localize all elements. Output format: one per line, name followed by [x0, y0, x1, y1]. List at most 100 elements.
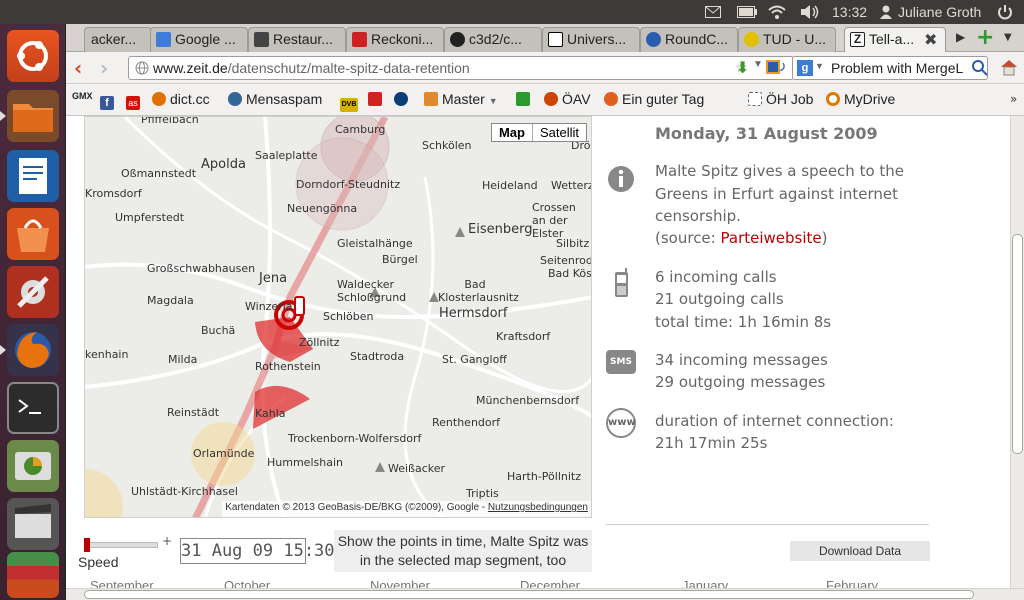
user-name[interactable]: Juliane Groth — [898, 4, 981, 20]
tab-4[interactable]: Reckoni... — [346, 27, 444, 52]
show-points-button[interactable]: Show the points in time, Malte Spitz was… — [334, 530, 592, 572]
speed-slider[interactable] — [84, 538, 158, 552]
video-editor-icon[interactable] — [7, 498, 59, 550]
tab-6[interactable]: Univers... — [542, 27, 640, 52]
tab-7[interactable]: RoundC... — [640, 27, 738, 52]
map-place: Pfiffelbach — [141, 116, 199, 126]
terminal-icon[interactable] — [7, 382, 59, 434]
tab-label: Tell-a... — [869, 31, 915, 47]
ubuntu-logo-icon[interactable] — [7, 30, 59, 82]
volume-icon[interactable] — [800, 4, 820, 20]
bookmark-red[interactable] — [368, 91, 386, 107]
search-magnifier-icon[interactable] — [972, 60, 988, 76]
home-icon[interactable] — [999, 58, 1019, 76]
map-place: Stadtroda — [350, 350, 405, 363]
bookmark-green[interactable] — [516, 91, 534, 107]
firefox-icon[interactable] — [7, 324, 59, 376]
bookmark-label: Ein guter Tag — [622, 91, 705, 107]
tab-strip: acker... Google ... Restaur... Reckoni..… — [66, 24, 1024, 52]
oav-icon — [544, 92, 558, 106]
files-icon[interactable] — [7, 90, 59, 142]
tab-1[interactable]: acker... — [84, 27, 152, 52]
tab-2[interactable]: Google ... — [150, 27, 248, 52]
globe-icon — [135, 61, 149, 75]
tab-3[interactable]: Restaur... — [248, 27, 346, 52]
search-engine-dropdown-icon[interactable]: ▼ — [815, 61, 824, 71]
call-total-time: total time: 1h 16min 8s — [655, 313, 832, 331]
tab-label: Google ... — [175, 31, 236, 47]
battery-icon[interactable] — [737, 6, 757, 18]
horizontal-scrollbar-thumb[interactable] — [84, 590, 974, 599]
page-icon — [748, 92, 762, 106]
bookmark-oeh-job[interactable]: ÖH Job — [748, 91, 813, 107]
map-place: Bürgel — [382, 253, 418, 266]
restaurant-favicon-icon — [254, 32, 269, 47]
tab-5[interactable]: c3d2/c... — [444, 27, 542, 52]
addon-icon[interactable] — [766, 60, 780, 74]
tab-8[interactable]: TUD - U... — [738, 27, 836, 52]
bookmark-ein-guter-tag[interactable]: Ein guter Tag — [604, 91, 704, 107]
bookmark-dvb[interactable]: DVB — [340, 91, 362, 112]
settings-icon[interactable] — [7, 266, 59, 318]
download-data-button[interactable]: Download Data — [790, 541, 930, 561]
writer-icon[interactable] — [7, 150, 59, 202]
map-button[interactable]: Map — [492, 124, 533, 141]
bookmark-ard[interactable] — [394, 91, 412, 107]
horizontal-scrollbar[interactable] — [66, 588, 1024, 600]
stacked-apps-icon[interactable] — [7, 552, 59, 598]
dropdown-icon[interactable]: ▼ — [753, 59, 763, 70]
github-favicon-icon — [450, 32, 465, 47]
vertical-scrollbar-thumb[interactable] — [1012, 234, 1023, 454]
google-favicon-icon — [156, 32, 171, 47]
bookmark-facebook[interactable]: f — [100, 91, 118, 110]
bookmark-mensaspam[interactable]: Mensaspam — [228, 91, 322, 107]
info-date: Monday, 31 August 2009 — [655, 124, 878, 143]
software-center-icon[interactable] — [7, 208, 59, 260]
bookmark-lastfm[interactable]: as — [126, 91, 144, 110]
map-place: Trockenborn-Wolfersdorf — [288, 432, 422, 445]
source-suffix: ) — [821, 229, 828, 247]
tab-label: Reckoni... — [371, 31, 434, 47]
new-tab-icon[interactable]: + — [976, 25, 994, 50]
back-icon[interactable]: ‹ — [74, 56, 82, 80]
map-place: Eisenberg — [468, 222, 533, 237]
zeit-favicon-icon: Z — [850, 32, 865, 47]
tab-label: c3d2/c... — [469, 31, 522, 47]
wifi-icon[interactable] — [768, 4, 786, 20]
month-label: September — [90, 578, 154, 588]
bookmark-mydrive[interactable]: MyDrive — [826, 91, 895, 107]
bookmark-folder-master[interactable]: Master ▼ — [424, 91, 498, 107]
disk-usage-icon[interactable] — [7, 440, 59, 492]
clock[interactable]: 13:32 — [832, 4, 867, 20]
mail-icon[interactable] — [705, 6, 721, 18]
info-divider — [606, 524, 929, 525]
map-place: Renthendorf — [432, 416, 501, 429]
tab-scroll-right-icon[interactable]: ▶ — [956, 30, 965, 44]
speed-slider-handle[interactable] — [84, 538, 90, 552]
bookmark-oav[interactable]: ÖAV — [544, 91, 591, 107]
map-place: Schlöben — [323, 310, 374, 323]
speed-plus[interactable]: + — [162, 534, 172, 548]
tab-list-icon[interactable]: ▼ — [1004, 32, 1012, 43]
satellite-button[interactable]: Satellit — [533, 124, 586, 141]
bookmarks-overflow-icon[interactable]: » — [1010, 92, 1017, 106]
vertical-scrollbar[interactable] — [1010, 116, 1024, 588]
tab-close-icon[interactable]: ✖ — [924, 30, 937, 49]
bookmark-dict[interactable]: dict.cc — [152, 91, 210, 107]
bookmark-label: Master — [442, 91, 485, 107]
user-icon[interactable] — [880, 5, 892, 19]
tab-label: Restaur... — [273, 31, 333, 47]
address-bar[interactable]: www.zeit.de/datenschutz/malte-spitz-data… — [128, 56, 794, 80]
green-flower-icon — [516, 92, 530, 106]
outgoing-sms: 29 outgoing messages — [655, 373, 826, 391]
map[interactable]: Pfiffelbach Camburg Schkölen Apolda Saal… — [84, 116, 592, 518]
download-arrow-icon[interactable]: ⬇ — [736, 58, 749, 77]
terms-link[interactable]: Nutzungsbedingungen — [488, 502, 588, 513]
search-input[interactable]: g ▼ Problem with MergeL — [792, 56, 988, 80]
bookmark-gmx[interactable]: GMX — [72, 91, 93, 101]
timeline-months[interactable]: September October November December Janu… — [84, 578, 932, 588]
forward-icon[interactable]: › — [100, 56, 108, 80]
map-place: Milda — [168, 353, 198, 366]
source-link[interactable]: Parteiwebsite — [721, 229, 822, 247]
power-icon[interactable] — [997, 4, 1013, 20]
